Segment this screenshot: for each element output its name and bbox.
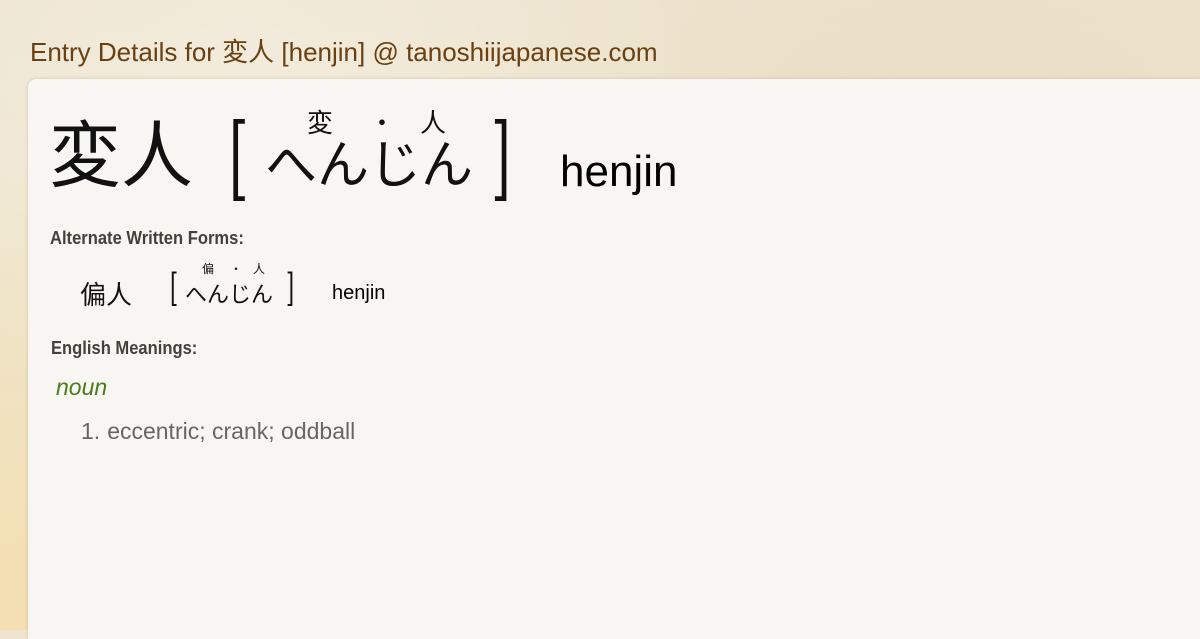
- furigana-char: 人: [253, 262, 266, 276]
- meaning-number: 1.: [81, 418, 101, 444]
- headword: 変人 [ 変 ・ 人 へんじん ] henjin: [49, 100, 749, 210]
- alternate-form-romaji: henjin: [332, 282, 386, 304]
- headword-kanji: 変人: [49, 114, 194, 198]
- alternate-form-bracket-close: ]: [286, 266, 295, 310]
- furigana-char: 偏: [202, 262, 215, 276]
- furigana-char: 人: [420, 109, 447, 139]
- headword-bracket-close: ]: [491, 104, 511, 211]
- part-of-speech: noun: [56, 374, 108, 400]
- headword-kana: へんじん: [265, 136, 474, 196]
- alternate-form-kanji: 偏人: [80, 281, 133, 311]
- alternate-forms-label: Alternate Written Forms:: [50, 228, 244, 248]
- furigana-char: 変: [307, 109, 334, 139]
- page-title: Entry Details for 変人 [henjin] @ tanoshii…: [30, 37, 658, 67]
- furigana-separator: ・: [369, 109, 396, 139]
- furigana-separator: ・: [230, 262, 243, 276]
- meaning-text: eccentric; crank; oddball: [107, 418, 356, 444]
- headword-romaji: henjin: [560, 147, 678, 196]
- alternate-form: 偏人 [ 偏 ・ 人 へんじん ] henjin: [80, 258, 480, 311]
- headword-bracket-open: [: [229, 104, 249, 211]
- alternate-form-bracket-open: [: [170, 266, 179, 310]
- meaning-item: 1. eccentric; crank; oddball: [81, 418, 355, 445]
- english-meanings-label: English Meanings:: [51, 338, 198, 358]
- alternate-form-kana: へんじん: [185, 283, 274, 308]
